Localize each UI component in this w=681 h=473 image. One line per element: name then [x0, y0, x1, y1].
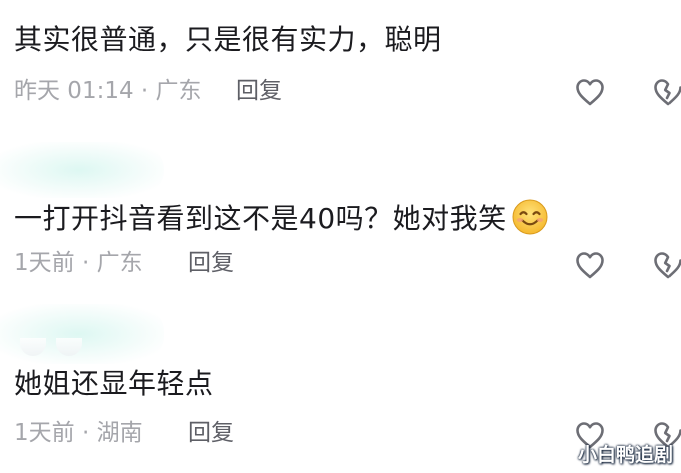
comment-text: 其实很普通，只是很有实力，聪明 [14, 23, 442, 56]
comment-text: 一打开抖音看到这不是40吗？她对我笑 [14, 198, 549, 237]
blurred-avatar-shape [20, 338, 46, 356]
comment-item: 其实很普通，只是很有实力，聪明 昨天 01:14 · 广东 回复 [0, 0, 681, 140]
comment-text-content: 一打开抖音看到这不是40吗？她对我笑 [14, 202, 507, 235]
comment-meta: 1天前 · 湖南 [14, 420, 143, 446]
comment-meta: 昨天 01:14 · 广东 [14, 78, 202, 104]
heart-outline-icon[interactable] [574, 250, 606, 280]
reply-button[interactable]: 回复 [188, 248, 234, 278]
reply-button[interactable]: 回复 [236, 76, 282, 106]
comment-item: 一打开抖音看到这不是40吗？她对我笑 1天前 · 广东 回复 [0, 140, 681, 300]
blurred-avatar-area [0, 304, 164, 364]
heart-outline-icon[interactable] [574, 77, 606, 107]
comment-meta: 1天前 · 广东 [14, 250, 143, 276]
comment-text: 她姐还显年轻点 [14, 367, 214, 400]
broken-heart-outline-icon[interactable] [652, 77, 681, 107]
broken-heart-outline-icon[interactable] [652, 250, 681, 280]
blurred-avatar-area [0, 142, 164, 198]
watermark: 小白鸭追剧 [577, 444, 673, 466]
smiling-face-emoji-icon [512, 199, 548, 235]
reply-button[interactable]: 回复 [188, 418, 234, 448]
blurred-avatar-shape [56, 338, 82, 356]
